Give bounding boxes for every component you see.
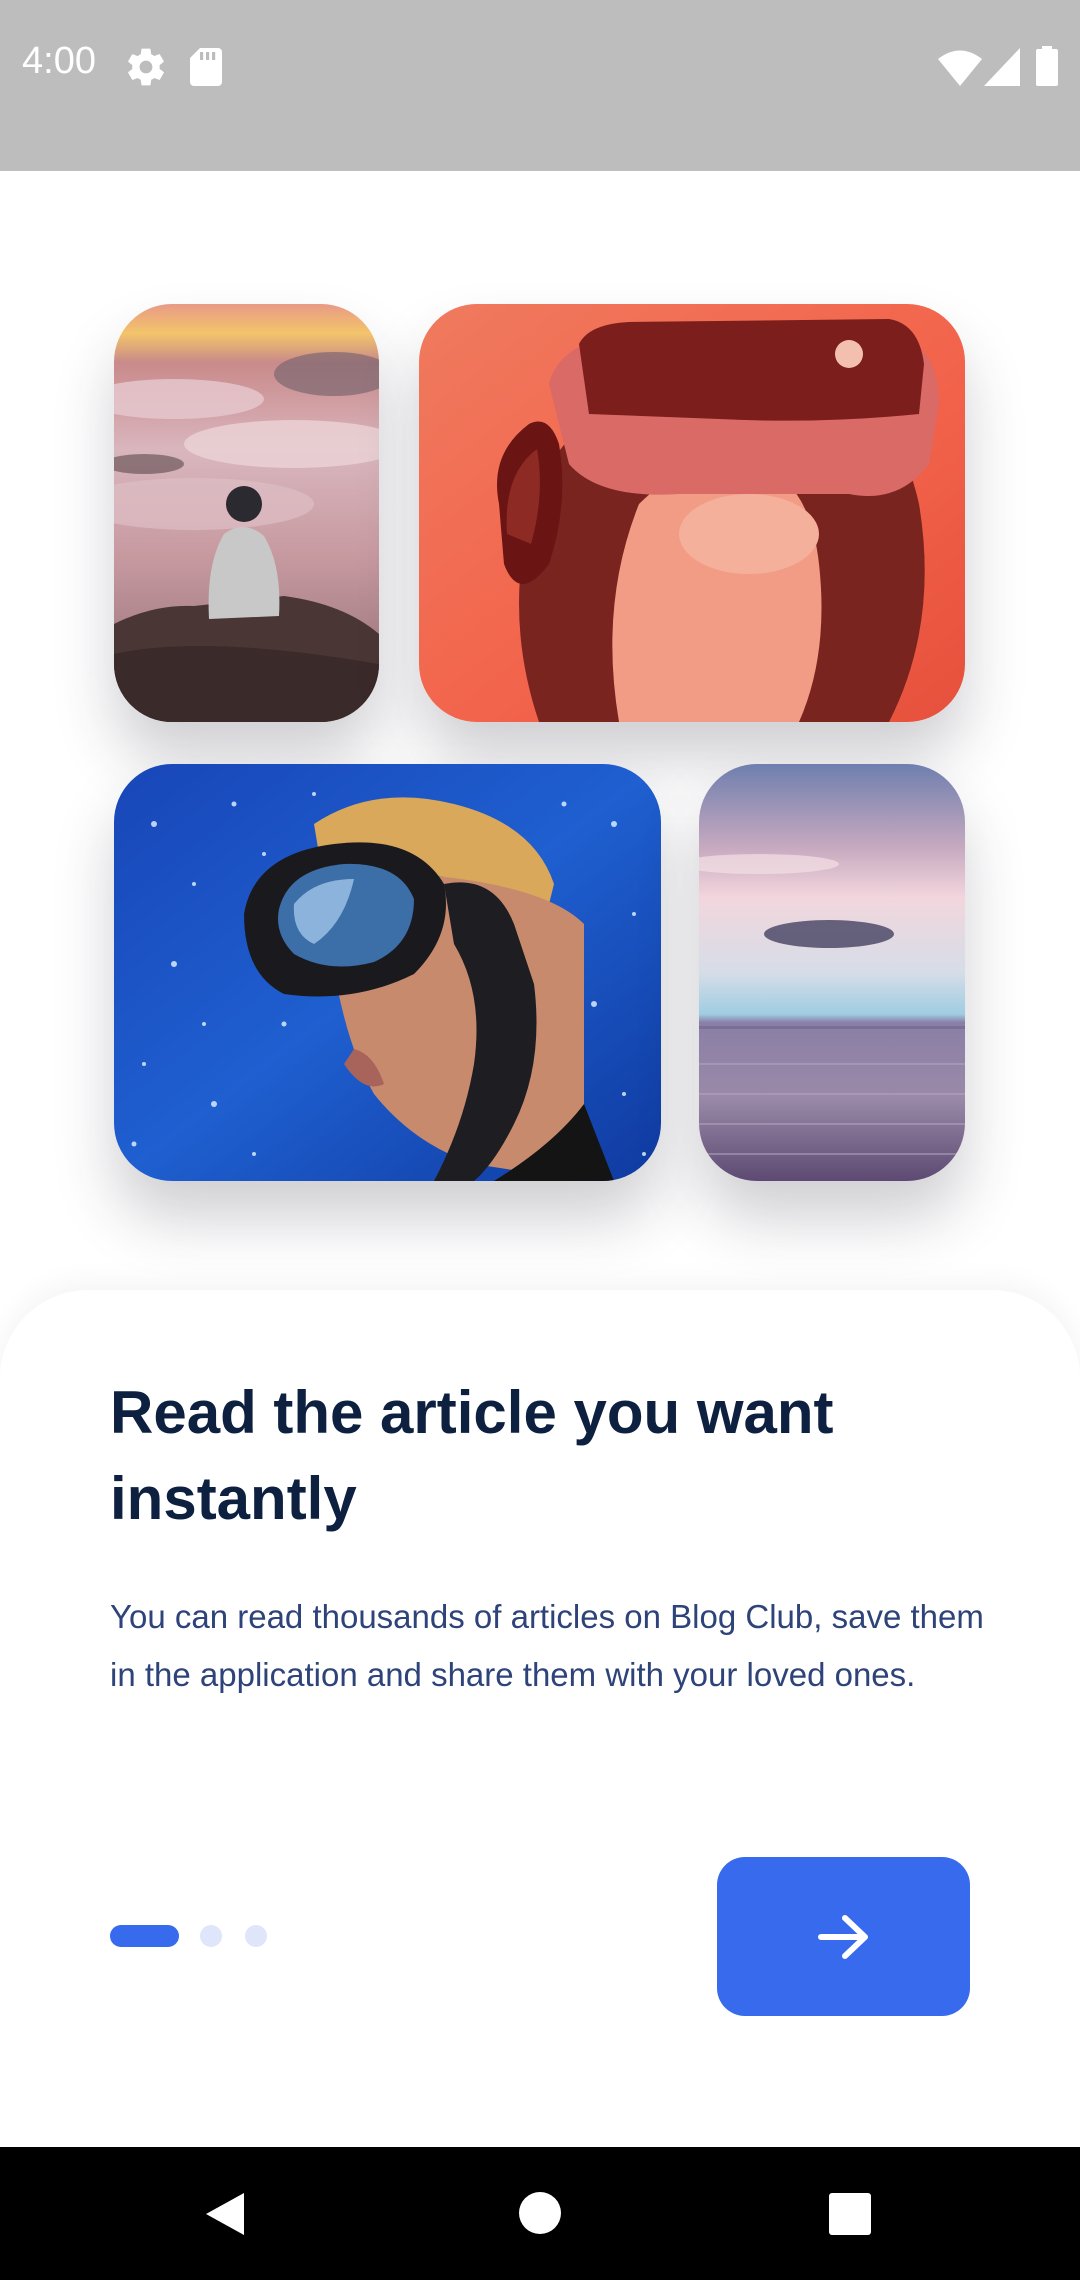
status-time: 4:00	[22, 40, 96, 82]
page-indicator-dot	[245, 1925, 267, 1947]
arrow-right-icon	[817, 1914, 868, 1959]
home-icon[interactable]	[518, 2191, 562, 2235]
vr-headset-photo	[419, 304, 965, 722]
page-indicator-dot	[200, 1925, 222, 1947]
battery-icon	[1036, 46, 1058, 86]
person-on-mountain-photo	[114, 304, 379, 722]
recents-icon[interactable]	[829, 2193, 871, 2235]
sea-horizon-photo	[699, 764, 965, 1181]
scuba-diver-photo	[114, 764, 661, 1181]
onboarding-description: You can read thousands of articles on Bl…	[110, 1598, 984, 1693]
wifi-icon	[938, 50, 982, 86]
page-indicator-dot-active	[110, 1925, 179, 1947]
hero-collage	[0, 171, 1080, 1291]
gear-icon	[128, 48, 164, 86]
onboarding-title: Read the article you want instantly	[110, 1379, 834, 1532]
signal-icon	[984, 48, 1020, 86]
back-icon[interactable]	[204, 2191, 246, 2237]
next-button[interactable]	[717, 1857, 970, 2016]
system-nav-bar	[0, 2147, 1080, 2280]
status-bar: 4:00	[0, 0, 1080, 171]
onboarding-sheet: Read the article you want instantly You …	[0, 1290, 1080, 2147]
sd-card-icon	[190, 48, 222, 86]
